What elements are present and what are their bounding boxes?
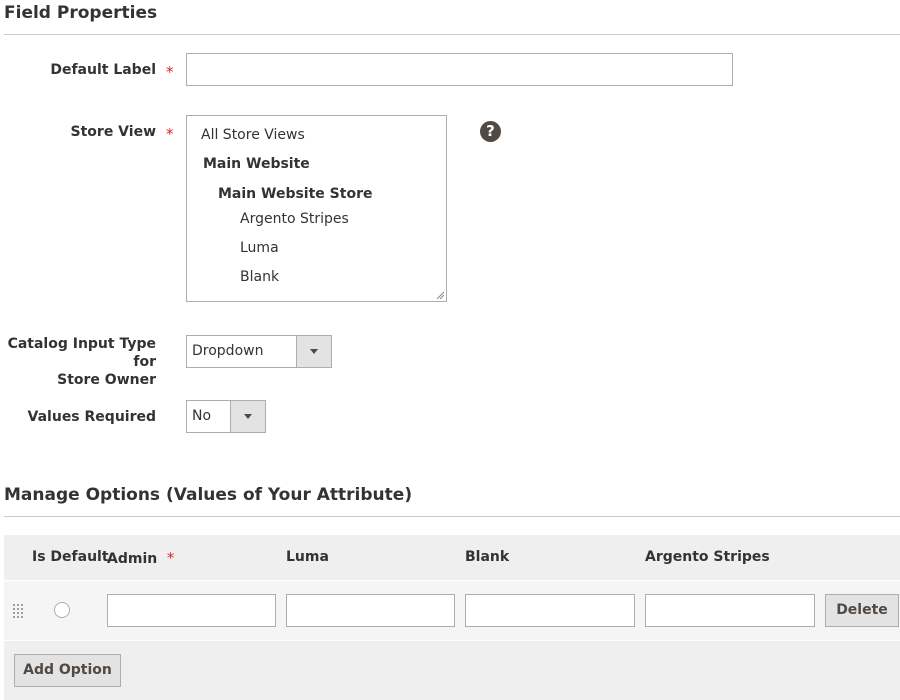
values-required-label: Values Required (0, 408, 156, 426)
column-header-blank: Blank (465, 549, 510, 565)
add-option-button[interactable]: Add Option (14, 654, 121, 687)
options-grid-footer: Add Option (4, 641, 900, 700)
input-type-label: Catalog Input Type for Store Owner (0, 335, 156, 389)
input-type-select[interactable]: Dropdown (186, 335, 332, 368)
column-header-admin-text: Admin (107, 551, 158, 567)
column-header-luma: Luma (286, 549, 329, 565)
default-label-text: Default Label (50, 62, 156, 78)
default-label-input[interactable] (186, 53, 733, 86)
store-view-option-website[interactable]: Main Website (203, 156, 310, 172)
manage-options-divider (4, 516, 900, 517)
table-row: Delete (4, 581, 900, 640)
store-view-option-luma[interactable]: Luma (240, 240, 279, 256)
is-default-radio[interactable] (54, 602, 70, 618)
chevron-down-icon[interactable] (296, 336, 331, 367)
luma-value-input[interactable] (286, 594, 455, 627)
column-header-argento-stripes: Argento Stripes (645, 549, 770, 565)
input-type-value: Dropdown (192, 343, 264, 359)
field-properties-title: Field Properties (4, 3, 158, 23)
manage-options-title: Manage Options (Values of Your Attribute… (4, 485, 413, 505)
resize-grip-icon[interactable] (436, 291, 444, 299)
input-type-label-line1: Catalog Input Type for (7, 336, 156, 370)
values-required-label-text: Values Required (27, 409, 156, 425)
store-view-option-all[interactable]: All Store Views (201, 127, 305, 143)
delete-option-button[interactable]: Delete (825, 594, 899, 627)
values-required-value: No (192, 408, 212, 424)
store-view-label: Store View (0, 123, 156, 141)
store-view-option-blank[interactable]: Blank (240, 269, 279, 285)
help-icon[interactable]: ? (480, 121, 501, 142)
store-view-option-argento-stripes[interactable]: Argento Stripes (240, 211, 349, 227)
store-view-required-marker: * (166, 125, 174, 143)
default-label-label: Default Label (0, 61, 156, 79)
column-header-admin: Admin * (107, 549, 174, 567)
store-view-label-text: Store View (70, 124, 156, 140)
options-grid-header: Is Default Admin * Luma Blank Argento St… (4, 535, 900, 580)
store-view-option-store[interactable]: Main Website Store (218, 186, 372, 202)
drag-handle-icon[interactable] (13, 604, 23, 618)
default-label-required-marker: * (166, 63, 174, 81)
input-type-label-line2: Store Owner (57, 372, 156, 388)
admin-required-marker: * (162, 549, 175, 567)
admin-value-input[interactable] (107, 594, 276, 627)
column-header-is-default: Is Default (32, 549, 109, 565)
argento-stripes-value-input[interactable] (645, 594, 815, 627)
blank-value-input[interactable] (465, 594, 635, 627)
chevron-down-icon[interactable] (230, 401, 265, 432)
store-view-multiselect[interactable]: All Store Views Main Website Main Websit… (186, 115, 447, 302)
values-required-select[interactable]: No (186, 400, 266, 433)
field-properties-divider (4, 34, 900, 35)
